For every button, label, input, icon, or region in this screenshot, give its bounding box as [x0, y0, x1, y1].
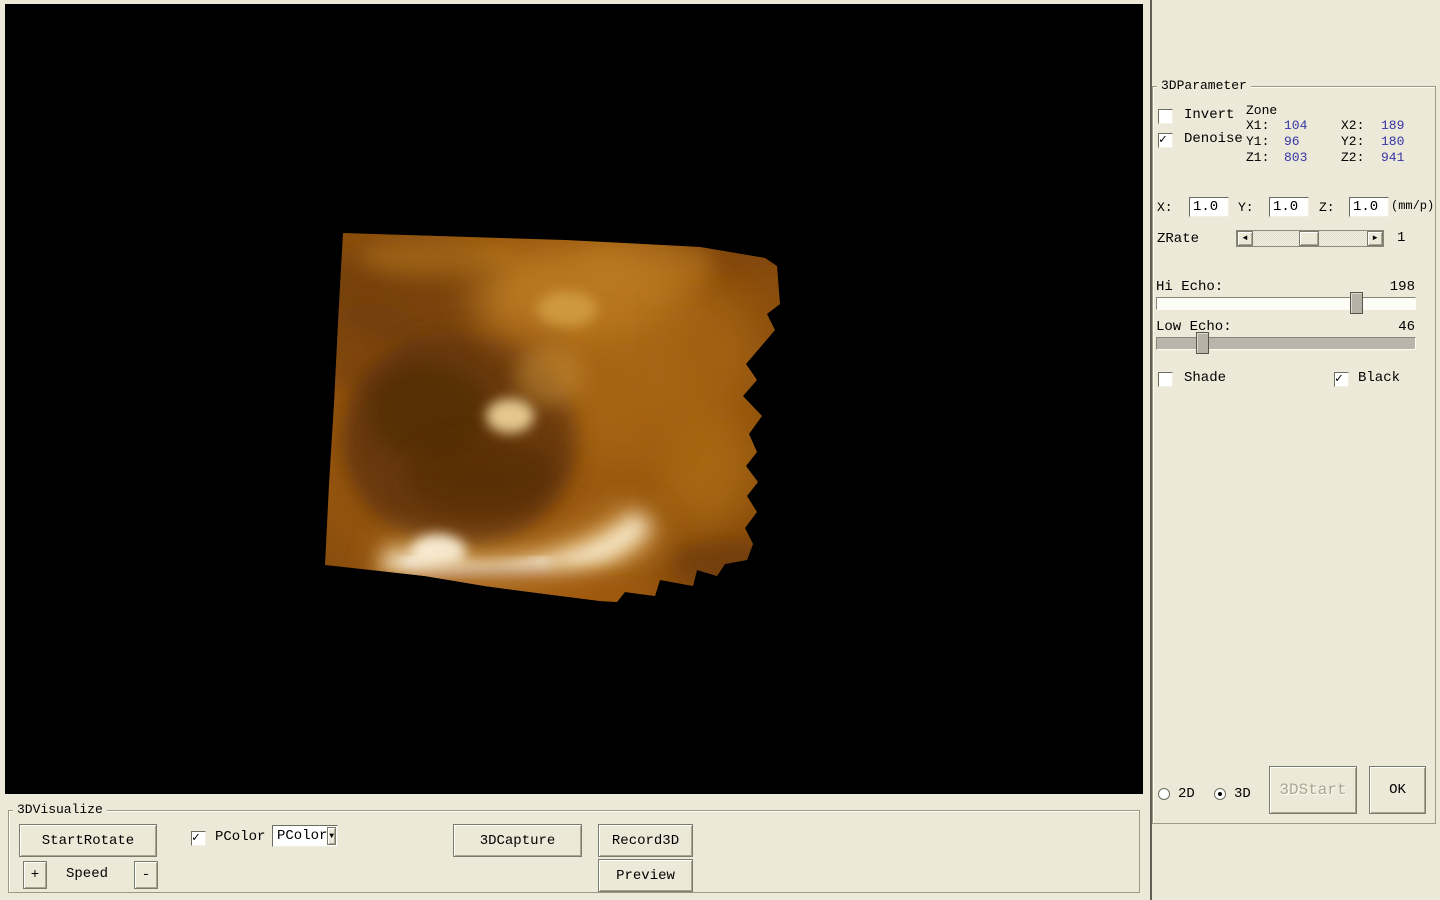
- scroll-right-glyph: ►: [1372, 233, 1378, 243]
- zone-z2-label: Z2:: [1341, 150, 1365, 165]
- pcolor-dropdown[interactable]: PColor ▼: [272, 825, 338, 847]
- scale-z-label: Z:: [1319, 200, 1335, 215]
- render-viewport[interactable]: [5, 4, 1143, 794]
- low-echo-value: 46: [1398, 319, 1415, 335]
- start-rotate-button[interactable]: StartRotate: [19, 824, 157, 857]
- pcolor-label: PColor: [215, 829, 266, 845]
- ok-button[interactable]: OK: [1369, 766, 1426, 814]
- hi-echo-slider[interactable]: [1156, 292, 1416, 314]
- dropdown-arrow-icon[interactable]: ▼: [327, 827, 336, 845]
- scale-x-input[interactable]: [1189, 197, 1229, 217]
- shade-checkbox[interactable]: ✓: [1158, 372, 1173, 387]
- record3d-button[interactable]: Record3D: [598, 824, 693, 857]
- pcolor-checkbox[interactable]: ✓: [191, 830, 206, 846]
- zrate-scroll-left-icon[interactable]: ◄: [1237, 231, 1253, 246]
- zone-y1-label: Y1:: [1246, 134, 1270, 149]
- scale-y-label: Y:: [1238, 200, 1254, 215]
- 3dcapture-button[interactable]: 3DCapture: [453, 824, 582, 857]
- pcolor-dropdown-value: PColor: [277, 828, 328, 844]
- scroll-left-glyph: ◄: [1242, 233, 1248, 243]
- zrate-value: 1: [1397, 230, 1406, 246]
- zrate-scroll-right-icon[interactable]: ►: [1367, 231, 1383, 246]
- 3dstart-button[interactable]: 3DStart: [1269, 766, 1357, 814]
- ultrasound-volume: [325, 233, 780, 602]
- parameter-group: 3DParameter ✓ Invert ✓ Denoise Zone X1: …: [1152, 78, 1436, 824]
- scale-x-label: X:: [1157, 200, 1173, 215]
- scale-unit-label: (mm/p): [1391, 199, 1435, 213]
- low-echo-slider-thumb[interactable]: [1196, 332, 1210, 354]
- low-echo-slider[interactable]: [1156, 332, 1416, 354]
- dropdown-arrow-glyph: ▼: [329, 831, 335, 841]
- zone-y2-label: Y2:: [1341, 134, 1365, 149]
- denoise-label: Denoise: [1184, 131, 1243, 147]
- zone-x1-label: X1:: [1246, 118, 1270, 133]
- speed-plus-button[interactable]: +: [23, 861, 47, 889]
- app-window: 3DParameter ✓ Invert ✓ Denoise Zone X1: …: [0, 0, 1440, 900]
- zone-z1-label: Z1:: [1246, 150, 1270, 165]
- check-icon: ✓: [1159, 132, 1167, 147]
- check-icon: ✓: [192, 830, 200, 845]
- invert-label: Invert: [1184, 107, 1235, 123]
- hi-echo-value: 198: [1389, 279, 1415, 295]
- scale-z-input[interactable]: [1349, 197, 1389, 217]
- low-echo-label: Low Echo:: [1156, 319, 1232, 335]
- visualize-group: 3DVisualize StartRotate ✓ PColor PColor …: [8, 802, 1140, 893]
- zrate-label: ZRate: [1157, 231, 1200, 247]
- zone-x1-value: 104: [1284, 118, 1308, 133]
- invert-checkbox[interactable]: ✓: [1158, 109, 1173, 124]
- zone-z1-value: 803: [1284, 150, 1308, 165]
- zone-x2-value: 189: [1381, 118, 1405, 133]
- speed-minus-button[interactable]: -: [134, 861, 158, 889]
- parameter-group-title: 3DParameter: [1157, 78, 1251, 93]
- zone-x2-label: X2:: [1341, 118, 1365, 133]
- visualize-group-title: 3DVisualize: [13, 802, 107, 817]
- shade-label: Shade: [1184, 370, 1227, 386]
- zone-z2-value: 941: [1381, 150, 1405, 165]
- zone-label: Zone: [1246, 103, 1278, 118]
- mode-2d-radio[interactable]: [1158, 788, 1170, 800]
- mode-2d-label: 2D: [1178, 786, 1195, 802]
- zone-y1-value: 96: [1284, 134, 1300, 149]
- hi-echo-label: Hi Echo:: [1156, 279, 1224, 295]
- mode-3d-label: 3D: [1234, 786, 1251, 802]
- zrate-scrollbar[interactable]: ◄ ►: [1236, 230, 1384, 247]
- speed-label: Speed: [66, 866, 109, 882]
- denoise-checkbox[interactable]: ✓: [1158, 132, 1173, 148]
- mode-3d-radio[interactable]: [1214, 788, 1226, 800]
- black-label: Black: [1358, 370, 1401, 386]
- check-icon: ✓: [1335, 371, 1343, 386]
- zone-y2-value: 180: [1381, 134, 1405, 149]
- black-checkbox[interactable]: ✓: [1334, 371, 1349, 387]
- scale-y-input[interactable]: [1269, 197, 1309, 217]
- zrate-scroll-thumb[interactable]: [1299, 231, 1319, 246]
- preview-button[interactable]: Preview: [598, 859, 693, 892]
- hi-echo-slider-thumb[interactable]: [1350, 292, 1364, 314]
